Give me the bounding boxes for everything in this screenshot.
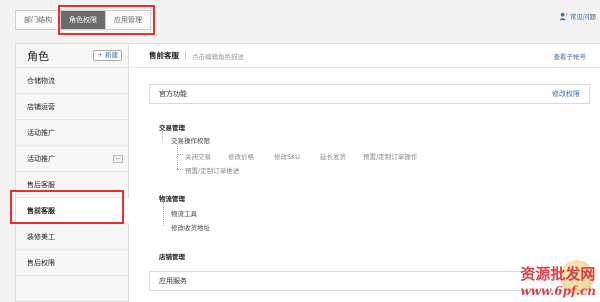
sidebar-item-after-sales-perm[interactable]: 售后权限 bbox=[16, 250, 128, 276]
watermark-text: 资源批发网 bbox=[520, 265, 596, 283]
sidebar-header: 角色 + 新建 bbox=[16, 44, 128, 68]
tree-guide bbox=[177, 154, 183, 155]
highlight-box-sidebar bbox=[10, 190, 124, 224]
sidebar-item-promotion-2[interactable]: 活动推广 — bbox=[16, 146, 128, 172]
app-services-title: 应用服务 bbox=[159, 277, 187, 285]
svg-text:?: ? bbox=[565, 12, 568, 18]
view-subaccounts-link[interactable]: 查看子帐号 bbox=[554, 51, 587, 61]
role-name: 售前客服 bbox=[149, 51, 179, 60]
header-divider bbox=[185, 51, 186, 60]
official-features-title: 官方功能 bbox=[159, 90, 187, 98]
watermark-url: www.6pf.cn bbox=[520, 284, 596, 298]
sidebar-item-label: 活动推广 bbox=[27, 155, 55, 163]
perm-preset-order-ops: 预置/定制订单操作 bbox=[363, 153, 418, 161]
user-help-icon: ? bbox=[559, 12, 568, 20]
perm-logistics-tools: 物流工具 bbox=[171, 210, 197, 218]
sidebar-item-shop-ops[interactable]: 店铺运营 bbox=[16, 94, 128, 120]
official-features-panel: 官方功能 修改权限 bbox=[149, 84, 590, 104]
perm-modify-price: 修改价格 bbox=[228, 153, 254, 161]
perm-preset-order-advance: 预置/定制订单推进 bbox=[185, 167, 240, 175]
tree-guide bbox=[162, 131, 163, 141]
tree-guide bbox=[163, 202, 164, 226]
help-link[interactable]: ? 常见问题 bbox=[559, 11, 596, 21]
perm-modify-address: 修改收货地址 bbox=[171, 224, 210, 232]
edit-icon[interactable]: — bbox=[113, 155, 123, 163]
role-description-edit[interactable]: 点击编辑角色描述 bbox=[192, 51, 244, 61]
tab-department[interactable]: 部门结构 bbox=[16, 11, 61, 29]
highlight-box-tabs bbox=[58, 5, 155, 35]
sidebar-title: 角色 bbox=[27, 49, 49, 63]
tree-guide bbox=[177, 144, 178, 169]
role-header: 售前客服 点击编辑角色描述 查看子帐号 bbox=[129, 44, 600, 68]
watermark: 资源批发网 www.6pf.cn bbox=[520, 263, 596, 298]
sidebar-item-warehouse[interactable]: 仓储物流 bbox=[16, 68, 128, 94]
shop-management-group: 店铺管理 bbox=[159, 253, 185, 261]
sidebar-item-promotion[interactable]: 活动推广 bbox=[16, 120, 128, 146]
sidebar-item-decoration[interactable]: 装修美工 bbox=[16, 224, 128, 250]
perm-modify-sku: 修改SKU bbox=[274, 153, 300, 161]
perm-extend-shipping: 延长发货 bbox=[320, 153, 346, 161]
new-role-button[interactable]: + 新建 bbox=[93, 50, 122, 61]
help-label: 常见问题 bbox=[570, 13, 596, 21]
perm-close-trade: 关闭交易 bbox=[185, 153, 211, 161]
role-sidebar: 角色 + 新建 仓储物流 店铺运营 活动推广 活动推广 — 售后客服 售前客服 … bbox=[15, 43, 129, 302]
edit-permissions-link[interactable]: 修改权限 bbox=[552, 89, 580, 99]
tree-guide bbox=[177, 169, 183, 170]
